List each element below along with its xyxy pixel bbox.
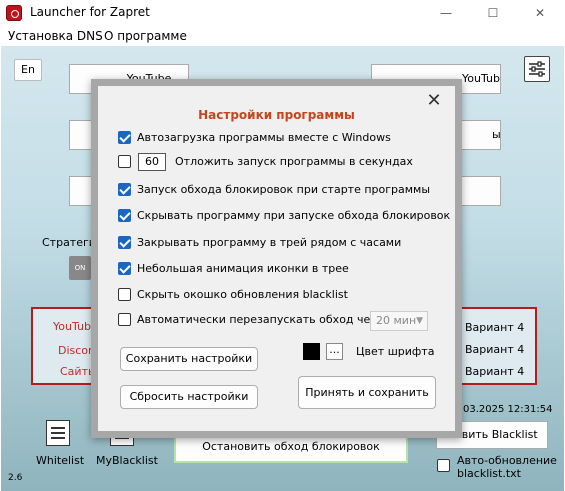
font-color-label: Цвет шрифта bbox=[356, 345, 435, 358]
window-title: Launcher for Zapret bbox=[30, 5, 150, 19]
chevron-down-icon: ▼ bbox=[416, 316, 423, 326]
option-tray-animation-checkbox[interactable] bbox=[118, 262, 131, 275]
option-hide-blacklist-popup-checkbox[interactable] bbox=[118, 288, 131, 301]
menu-item-dns[interactable]: Установка DNS bbox=[8, 29, 103, 43]
last-update-timestamp: 03.2025 12:31:54 bbox=[463, 404, 553, 415]
option-auto-restart-checkbox[interactable] bbox=[118, 313, 131, 326]
option-auto-restart-label: Автоматически перезапускать обход через bbox=[137, 313, 390, 326]
variant-youtube[interactable]: Вариант 4 bbox=[465, 321, 524, 334]
myblacklist-label: MyBlacklist bbox=[96, 454, 158, 467]
option-close-to-tray-label: Закрывать программу в трей рядом с часам… bbox=[137, 236, 402, 249]
sliders-icon bbox=[529, 61, 545, 77]
settings-dialog-body: ✕ Настройки программы Автозагрузка прогр… bbox=[98, 86, 455, 431]
auto-restart-interval-select[interactable]: 20 мин ▼ bbox=[370, 311, 428, 331]
option-start-bypass-checkbox[interactable] bbox=[118, 183, 131, 196]
option-tray-animation-label: Небольшая анимация иконки в трее bbox=[137, 262, 349, 275]
whitelist-label: Whitelist bbox=[36, 454, 85, 467]
option-hide-blacklist-popup[interactable]: Скрыть окошко обновления blacklist bbox=[118, 286, 438, 304]
app-logo-icon bbox=[6, 5, 22, 21]
version-label: 2.6 bbox=[8, 473, 23, 483]
option-hide-on-start[interactable]: Скрывать программу при запуске обхода бл… bbox=[118, 207, 450, 225]
menu-item-about[interactable]: О программе bbox=[104, 29, 187, 43]
option-hide-on-start-checkbox[interactable] bbox=[118, 209, 131, 222]
variant-sites[interactable]: Вариант 4 bbox=[465, 365, 524, 378]
delay-seconds-input[interactable]: 60 bbox=[138, 153, 166, 171]
option-hide-blacklist-popup-label: Скрыть окошко обновления blacklist bbox=[137, 288, 348, 301]
option-close-to-tray[interactable]: Закрывать программу в трей рядом с часам… bbox=[118, 234, 438, 252]
title-bar: Launcher for Zapret — ☐ ✕ bbox=[0, 0, 565, 26]
save-settings-button[interactable]: Сохранить настройки bbox=[120, 347, 258, 371]
close-button[interactable]: ✕ bbox=[520, 3, 560, 23]
option-autostart[interactable]: Автозагрузка программы вместе с Windows bbox=[118, 129, 438, 147]
variant-discord[interactable]: Вариант 4 bbox=[465, 343, 524, 356]
apply-save-button[interactable]: Принять и сохранить bbox=[298, 376, 436, 409]
option-start-bypass[interactable]: Запуск обхода блокировок при старте прог… bbox=[118, 181, 438, 199]
option-auto-restart[interactable]: Автоматически перезапускать обход через … bbox=[118, 311, 438, 331]
option-delay-label: Отложить запуск программы в секундах bbox=[175, 155, 413, 168]
dialog-title: Настройки программы bbox=[198, 108, 355, 122]
strategy-toggle[interactable]: ON bbox=[69, 256, 91, 280]
strategy-label: Стратеги bbox=[42, 236, 96, 249]
auto-update-checkbox[interactable] bbox=[437, 459, 450, 472]
whitelist-icon[interactable] bbox=[46, 420, 70, 446]
option-close-to-tray-checkbox[interactable] bbox=[118, 236, 131, 249]
option-autostart-label: Автозагрузка программы вместе с Windows bbox=[137, 131, 391, 144]
menu-bar: Установка DNS О программе bbox=[0, 26, 565, 46]
auto-restart-interval-value: 20 мин bbox=[376, 314, 417, 327]
option-delay[interactable]: 60 Отложить запуск программы в секундах bbox=[118, 153, 438, 171]
auto-update-label-1: Авто-обновление bbox=[457, 454, 557, 467]
maximize-button[interactable]: ☐ bbox=[473, 3, 513, 23]
option-hide-on-start-label: Скрывать программу при запуске обхода бл… bbox=[137, 209, 451, 222]
option-delay-checkbox[interactable] bbox=[118, 155, 131, 168]
language-button[interactable]: En bbox=[14, 59, 42, 81]
auto-update-label-2: blacklist.txt bbox=[457, 467, 521, 480]
font-color-picker-button[interactable]: ... bbox=[326, 343, 343, 360]
settings-dialog: ✕ Настройки программы Автозагрузка прогр… bbox=[91, 79, 462, 438]
reset-settings-button[interactable]: Сбросить настройки bbox=[120, 385, 258, 409]
option-autostart-checkbox[interactable] bbox=[118, 131, 131, 144]
option-start-bypass-label: Запуск обхода блокировок при старте прог… bbox=[137, 183, 431, 196]
settings-sliders-button[interactable] bbox=[524, 56, 550, 82]
option-tray-animation[interactable]: Небольшая анимация иконки в трее bbox=[118, 260, 438, 278]
font-color-swatch[interactable] bbox=[303, 343, 320, 360]
minimize-button[interactable]: — bbox=[426, 3, 466, 23]
